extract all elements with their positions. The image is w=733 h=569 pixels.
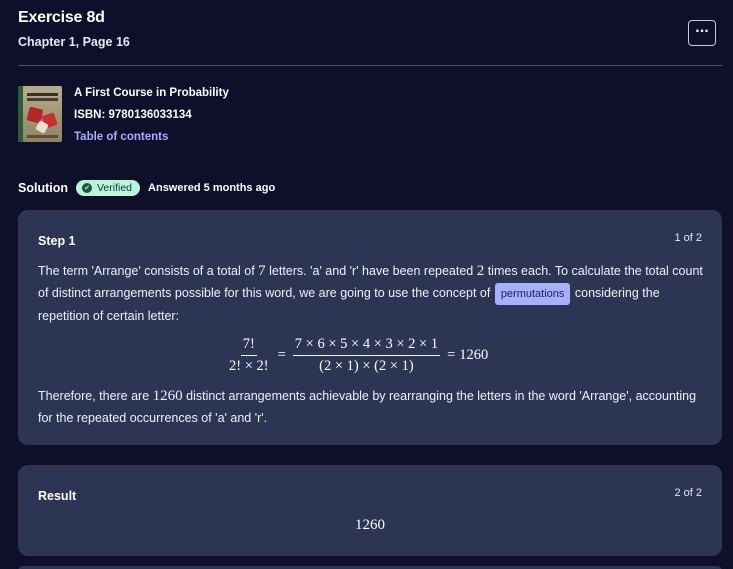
result-card: Result 2 of 2 1260 — [18, 465, 722, 556]
answered-timestamp: Answered 5 months ago — [148, 182, 276, 194]
step-card: Step 1 1 of 2 The term 'Arrange' consist… — [18, 210, 722, 445]
book-cover-title-band — [27, 93, 58, 96]
step-explanation: The term 'Arrange' consists of a total o… — [38, 260, 710, 327]
result-step-counter: 2 of 2 — [674, 487, 702, 499]
book-spine — [18, 86, 23, 142]
explanation-text: letters. 'a' and 'r' have been repeated — [265, 264, 477, 278]
math-number: 1260 — [152, 388, 183, 404]
check-circle-icon: ✔ — [82, 183, 92, 193]
book-cover-image[interactable] — [18, 86, 62, 142]
step-label: Step 1 — [38, 234, 76, 248]
step-conclusion: Therefore, there are 1260 distinct arran… — [38, 385, 710, 429]
permutation-equation: 7! 2! × 2! = 7 × 6 × 5 × 4 × 3 × 2 × 1 (… — [224, 336, 488, 375]
exercise-title: Exercise 8d — [18, 9, 105, 26]
equals-sign: = — [277, 347, 286, 363]
header-divider — [18, 65, 722, 66]
solution-label: Solution — [18, 181, 68, 195]
verified-badge: ✔ Verified — [76, 180, 141, 196]
book-cover-subtitle-band — [27, 98, 58, 101]
book-cover-author-band — [27, 135, 58, 138]
equation-result: 1260 — [459, 347, 489, 363]
fraction-numerator: 7! — [240, 336, 257, 356]
conclusion-text: Therefore, there are — [38, 389, 153, 403]
fraction-denominator: (2 × 1) × (2 × 1) — [319, 358, 414, 374]
fraction-denominator: 2! × 2! — [229, 358, 269, 374]
fraction: 7 × 6 × 5 × 4 × 3 × 2 × 1 (2 × 1) × (2 ×… — [292, 336, 441, 375]
table-of-contents-link[interactable]: Table of contents — [74, 131, 168, 143]
step-counter: 1 of 2 — [674, 232, 702, 244]
explanation-text: The term 'Arrange' consists of a total o… — [38, 264, 259, 278]
result-label: Result — [38, 489, 77, 503]
equals-sign: = — [447, 347, 456, 363]
concept-chip-permutations[interactable]: permutations — [494, 282, 571, 305]
result-value: 1260 — [355, 517, 385, 533]
fraction: 7! 2! × 2! — [227, 336, 271, 375]
solution-row: Solution ✔ Verified Answered 5 months ag… — [18, 179, 275, 197]
chapter-page-subtitle: Chapter 1, Page 16 — [18, 35, 130, 49]
fraction-numerator: 7 × 6 × 5 × 4 × 3 × 2 × 1 — [292, 336, 441, 356]
math-number: 7 — [258, 263, 266, 279]
more-options-button[interactable]: ··· — [688, 20, 716, 46]
book-isbn: ISBN: 9780136033134 — [74, 109, 192, 121]
verified-label: Verified — [97, 182, 133, 194]
book-title: A First Course in Probability — [74, 87, 229, 99]
